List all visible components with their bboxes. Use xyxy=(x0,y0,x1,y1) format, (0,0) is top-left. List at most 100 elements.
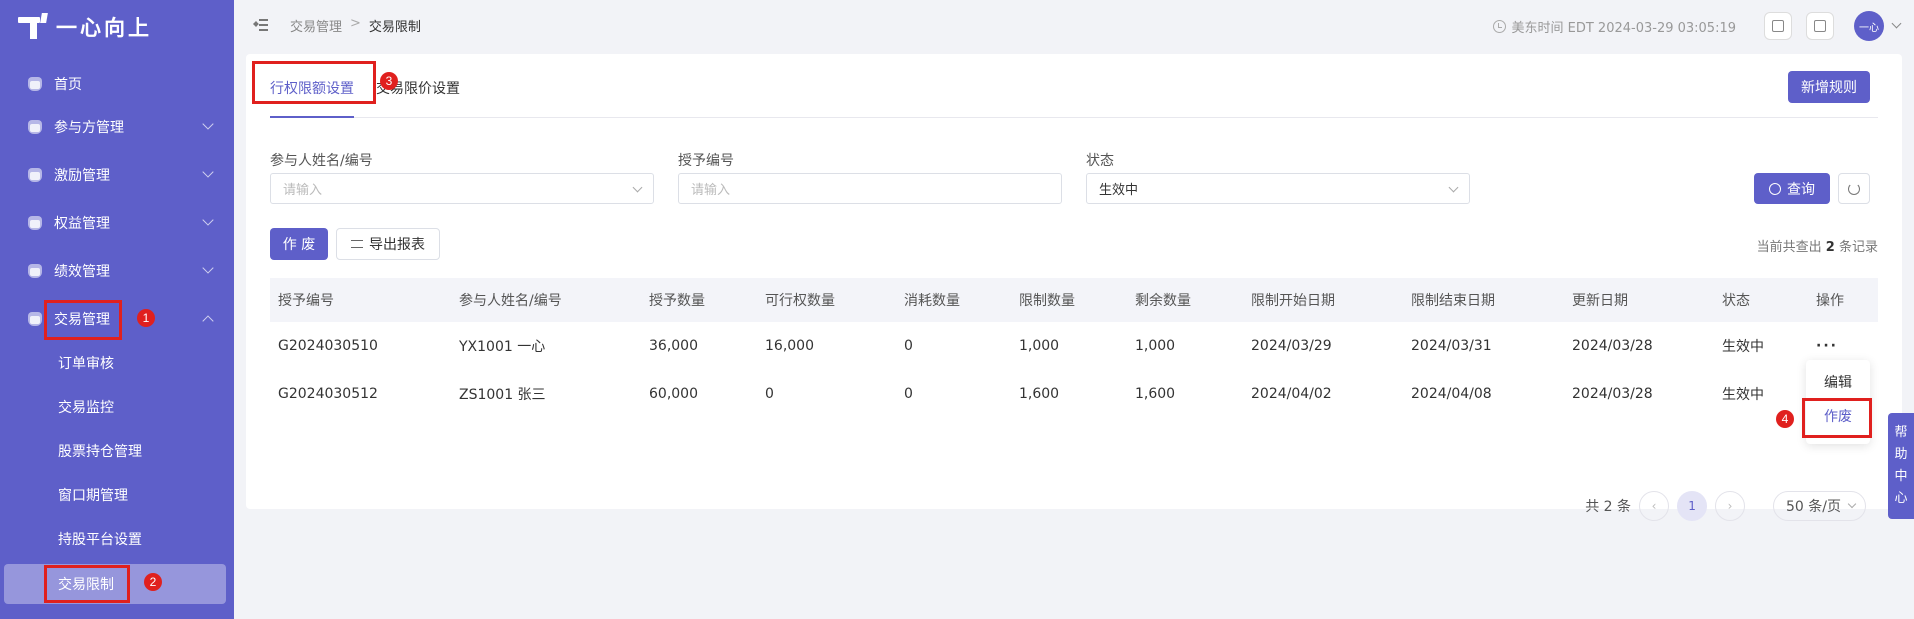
column-header: 消耗数量 xyxy=(904,293,960,309)
refresh-icon xyxy=(1848,182,1860,195)
table-cell: 0 xyxy=(904,338,913,354)
table-cell: 生效中 xyxy=(1722,387,1764,403)
logo-mark-icon xyxy=(18,13,48,41)
participant-placeholder: 请输入 xyxy=(283,183,323,198)
participant-icon xyxy=(26,118,44,136)
table-cell: 60,000 xyxy=(649,386,698,402)
table-row[interactable]: G2024030510 YX1001 一心 36,000 16,000 0 1,… xyxy=(270,322,1878,370)
top-header: 交易管理 > 交易限制 美东时间 EDT 2024-03-29 03:05:19… xyxy=(234,0,1914,52)
sidebar-sub-item-holding-platform[interactable]: 持股平台设置 xyxy=(0,519,234,559)
export-report-button[interactable]: 导出报表 xyxy=(336,228,440,260)
sidebar-item-label: 权益管理 xyxy=(54,216,110,232)
void-button[interactable]: 作 废 xyxy=(270,228,328,260)
pagination-total: 共 2 条 xyxy=(1585,499,1632,515)
help-char: 心 xyxy=(1894,491,1908,506)
help-center-button[interactable]: 帮 助 中 心 xyxy=(1888,413,1914,519)
clock-icon xyxy=(1492,20,1506,33)
grant-no-placeholder: 请输入 xyxy=(691,183,731,198)
table-cell: YX1001 一心 xyxy=(459,339,546,355)
breadcrumb-current: 交易限制 xyxy=(368,20,421,35)
grant-no-input[interactable]: 请输入 xyxy=(678,173,1062,204)
table-cell: 16,000 xyxy=(765,338,814,354)
table-cell: 1,000 xyxy=(1019,338,1060,354)
performance-icon xyxy=(26,262,44,280)
table-cell: 0 xyxy=(765,386,774,402)
column-header: 状态 xyxy=(1722,293,1750,309)
column-header: 授予数量 xyxy=(649,293,705,309)
annotation-box-1 xyxy=(44,300,122,340)
sidebar-sub-item-stock-holdings[interactable]: 股票持仓管理 xyxy=(0,431,234,471)
reset-button[interactable] xyxy=(1838,173,1870,204)
table-cell: 0 xyxy=(904,386,913,402)
search-icon xyxy=(1769,182,1781,195)
collapse-menu-icon[interactable] xyxy=(253,18,268,32)
record-count: 当前共查出 2 条记录 xyxy=(1757,236,1878,255)
avatar[interactable]: 一心 xyxy=(1854,11,1884,41)
grant-no-label: 授予编号 xyxy=(678,153,734,169)
sidebar-item-performance[interactable]: 绩效管理 xyxy=(0,251,234,291)
page-button[interactable]: 1 xyxy=(1677,491,1708,521)
chevron-down-icon xyxy=(202,262,214,274)
sidebar-item-participants[interactable]: 参与方管理 xyxy=(0,107,234,147)
tab-divider xyxy=(270,117,1878,118)
incentive-icon xyxy=(26,166,44,184)
home-icon xyxy=(26,75,44,93)
column-header: 限制数量 xyxy=(1019,293,1075,309)
trade-icon xyxy=(26,310,44,328)
logo-text: 一心向上 xyxy=(56,16,152,40)
table-cell: 2024/03/28 xyxy=(1572,338,1653,354)
prev-page-button[interactable]: ‹ xyxy=(1639,491,1670,521)
table-cell: 2024/04/08 xyxy=(1411,386,1492,402)
chevron-down-icon xyxy=(632,182,643,193)
clipboard-icon xyxy=(1772,20,1784,32)
sidebar-item-label: 首页 xyxy=(54,77,82,93)
status-value: 生效中 xyxy=(1099,183,1139,198)
page-size-select[interactable]: 50 条/页 xyxy=(1773,491,1866,521)
status-label: 状态 xyxy=(1086,153,1114,169)
sidebar-item-incentive[interactable]: 激励管理 xyxy=(0,155,234,195)
annotation-badge-4: 4 xyxy=(1776,410,1794,428)
chevron-down-icon xyxy=(202,214,214,226)
help-char: 中 xyxy=(1894,469,1908,484)
help-char: 帮 xyxy=(1894,425,1908,440)
table-cell: 1,000 xyxy=(1135,338,1176,354)
sidebar-item-equity[interactable]: 权益管理 xyxy=(0,203,234,243)
export-button-label: 导出报表 xyxy=(369,237,425,253)
annotation-badge-1: 1 xyxy=(137,309,155,327)
table-cell: 36,000 xyxy=(649,338,698,354)
status-select[interactable]: 生效中 xyxy=(1086,173,1470,204)
shirt-button[interactable] xyxy=(1806,12,1834,40)
table-header-row: 授予编号 参与人姓名/编号 授予数量 可行权数量 消耗数量 限制数量 剩余数量 … xyxy=(270,278,1878,322)
annotation-box-2 xyxy=(44,565,130,603)
column-header: 参与人姓名/编号 xyxy=(459,293,562,309)
sidebar-sub-item-order-review[interactable]: 订单审核 xyxy=(0,343,234,383)
table-cell: 2024/04/02 xyxy=(1251,386,1332,402)
query-button[interactable]: 查询 xyxy=(1754,173,1830,204)
record-count-number: 2 xyxy=(1825,240,1835,255)
chevron-down-icon xyxy=(1847,499,1857,509)
table-cell: 生效中 xyxy=(1722,339,1764,355)
table-cell: 2024/03/31 xyxy=(1411,338,1492,354)
table-cell: G2024030512 xyxy=(278,386,378,402)
record-count-prefix: 当前共查出 xyxy=(1756,240,1822,255)
edit-menu-item[interactable]: 编辑 xyxy=(1806,366,1870,398)
task-button[interactable] xyxy=(1764,12,1792,40)
sidebar-sub-item-trade-monitor[interactable]: 交易监控 xyxy=(0,387,234,427)
restriction-table: 授予编号 参与人姓名/编号 授予数量 可行权数量 消耗数量 限制数量 剩余数量 … xyxy=(270,278,1878,418)
add-rule-button[interactable]: 新增规则 xyxy=(1788,71,1870,103)
table-cell: 2024/03/28 xyxy=(1572,386,1653,402)
breadcrumb: 交易管理 > 交易限制 xyxy=(290,16,421,35)
main-card: 行权限额设置 交易限价设置 新增规则 参与人姓名/编号 请输入 授予编号 请输入… xyxy=(246,54,1902,521)
next-page-button[interactable]: › xyxy=(1715,491,1746,521)
chevron-down-icon[interactable] xyxy=(1891,18,1902,29)
column-header: 更新日期 xyxy=(1572,293,1628,309)
participant-select[interactable]: 请输入 xyxy=(270,173,654,204)
sidebar-item-home[interactable]: 首页 xyxy=(0,64,234,104)
breadcrumb-separator: > xyxy=(350,16,361,31)
equity-icon xyxy=(26,214,44,232)
query-button-label: 查询 xyxy=(1787,181,1815,198)
sidebar-sub-item-window-period[interactable]: 窗口期管理 xyxy=(0,475,234,515)
chevron-up-icon xyxy=(202,315,214,327)
breadcrumb-item[interactable]: 交易管理 xyxy=(290,16,342,35)
table-row[interactable]: G2024030512 ZS1001 张三 60,000 0 0 1,600 1… xyxy=(270,370,1878,418)
